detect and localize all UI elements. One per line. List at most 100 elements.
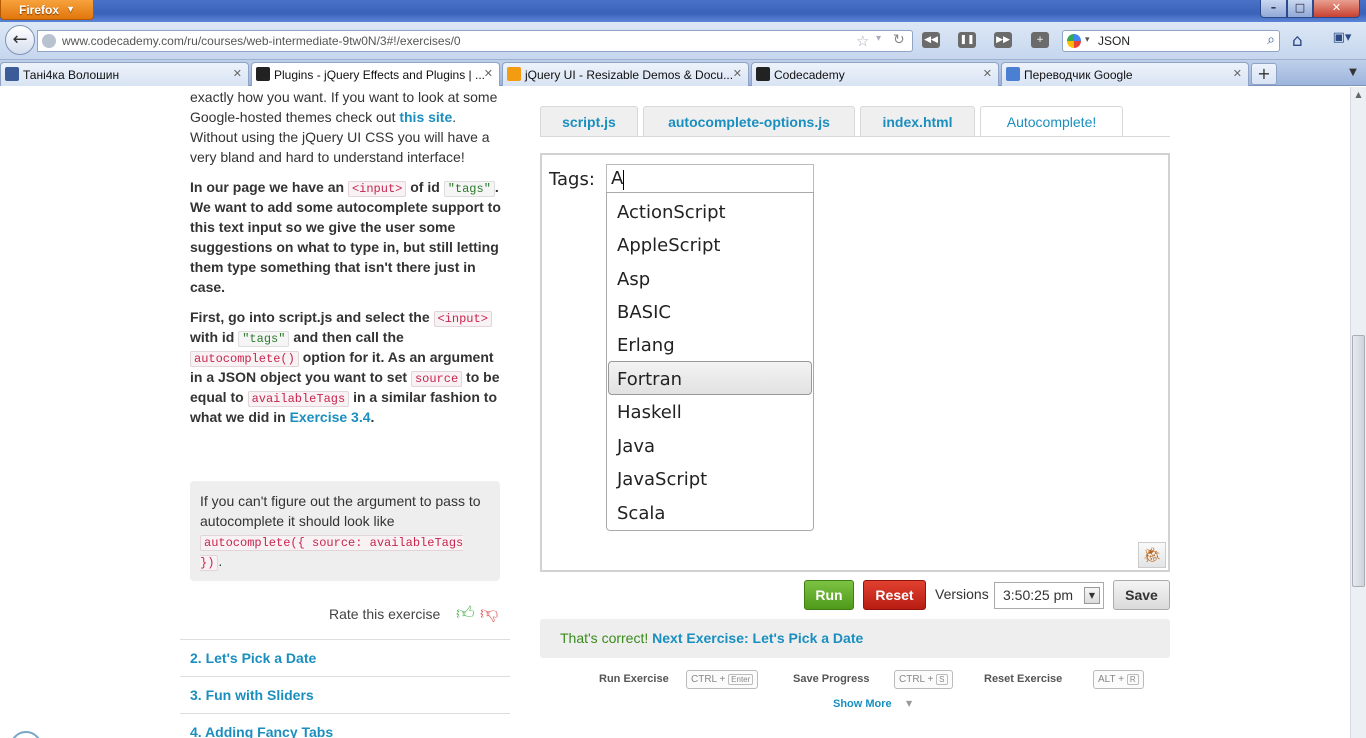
lesson-link[interactable]: 4. Adding Fancy Tabs <box>180 713 510 738</box>
tab-title: Тані4ка Волошин <box>23 68 120 82</box>
tab-autocomplete-preview[interactable]: Autocomplete! <box>980 106 1123 137</box>
code-snippet: <input> <box>433 311 492 327</box>
code-snippet: "tags" <box>443 181 495 197</box>
minimize-button[interactable]: – <box>1260 0 1287 18</box>
url-bar[interactable]: www.codecademy.com/ru/courses/web-interm… <box>37 30 913 52</box>
close-tab-icon[interactable]: ✕ <box>983 67 992 80</box>
chevron-down-icon[interactable]: ▼ <box>906 699 912 708</box>
tab-favicon-icon <box>756 67 770 81</box>
tags-label: Tags: <box>549 169 595 190</box>
media-pause-icon[interactable]: ❚❚ <box>958 32 976 48</box>
code-snippet: "tags" <box>238 331 290 347</box>
autocomplete-option[interactable]: Haskell <box>608 394 812 428</box>
search-input[interactable]: JSON <box>1098 34 1130 48</box>
run-button[interactable]: Run <box>804 580 854 610</box>
browser-tab[interactable]: Тані4ка Волошин ✕ <box>0 62 249 86</box>
autocomplete-option-hovered[interactable]: Fortran <box>608 361 812 395</box>
key-modifier: CTRL + <box>691 674 726 685</box>
firefox-menu-button[interactable]: Firefox ▼ <box>0 0 94 20</box>
media-previous-icon[interactable]: ◀◀ <box>922 32 940 48</box>
thumbs-down-icon[interactable]: 👎︎ <box>480 602 498 624</box>
autocomplete-option[interactable]: Scala <box>608 495 812 529</box>
home-icon[interactable]: ⌂ <box>1292 31 1303 51</box>
firefox-button-label: Firefox <box>19 3 60 17</box>
close-tab-icon[interactable]: ✕ <box>484 67 493 80</box>
instructions: exactly how you want. If you want to loo… <box>190 87 505 437</box>
close-window-button[interactable]: ✕ <box>1313 0 1360 18</box>
shortcut-reset-key: ALT + R <box>1093 670 1144 689</box>
correct-text: That's correct! <box>560 630 649 646</box>
maximize-button[interactable]: □ <box>1287 0 1313 18</box>
autocomplete-option[interactable]: ActionScript <box>608 194 812 228</box>
tab-index-html[interactable]: index.html <box>860 106 975 137</box>
bug-icon[interactable]: 🐞︎ <box>1138 542 1166 568</box>
shortcut-run-key: CTRL + Enter <box>686 670 759 689</box>
browser-tab[interactable]: Переводчик Google ✕ <box>1001 62 1249 86</box>
code-snippet: autocomplete() <box>190 351 299 367</box>
add-icon[interactable]: + <box>1031 32 1049 48</box>
bookmarks-menu-icon[interactable]: ▣▾ <box>1327 30 1357 50</box>
versions-select[interactable]: 3:50:25 pm ▼ <box>994 582 1104 609</box>
history-dropdown-icon[interactable]: ▾ <box>876 33 881 44</box>
reload-icon[interactable]: ↻ <box>893 32 905 48</box>
chevron-down-icon: ▼ <box>66 4 75 14</box>
search-bar[interactable]: ▾ JSON ⌕ <box>1062 30 1280 52</box>
tab-favicon-icon <box>507 67 521 81</box>
result-preview: Tags: A ActionScript AppleScript Asp BAS… <box>540 153 1170 572</box>
browser-tab[interactable]: jQuery UI - Resizable Demos & Docu... ✕ <box>502 62 749 86</box>
autocomplete-option[interactable]: Erlang <box>608 327 812 361</box>
autocomplete-option[interactable]: AppleScript <box>608 227 812 261</box>
page-scrollbar[interactable]: ▲ <box>1350 87 1366 738</box>
browser-tab-active[interactable]: Plugins - jQuery Effects and Plugins | .… <box>251 62 500 86</box>
search-icon[interactable]: ⌕ <box>1267 32 1275 48</box>
feedback-icon[interactable] <box>10 731 42 738</box>
list-all-tabs-icon[interactable]: ▼ <box>1343 62 1363 84</box>
text: and then call the <box>289 329 404 345</box>
exercise-link[interactable]: Exercise 3.4 <box>290 409 371 425</box>
autocomplete-option[interactable]: Asp <box>608 261 812 295</box>
autocomplete-option[interactable]: BASIC <box>608 294 812 328</box>
text: First, go into script.js and select the <box>190 309 434 325</box>
reset-button[interactable]: Reset <box>863 580 926 610</box>
bookmark-star-icon[interactable]: ☆ <box>856 32 869 50</box>
this-site-link[interactable]: this site <box>399 109 452 125</box>
close-tab-icon[interactable]: ✕ <box>1233 67 1242 80</box>
hint-text: If you can't figure out the argument to … <box>200 493 481 529</box>
url-text[interactable]: www.codecademy.com/ru/courses/web-interm… <box>62 34 461 48</box>
tab-favicon-icon <box>5 67 19 81</box>
key-modifier: ALT + <box>1098 674 1125 685</box>
divider <box>540 136 1170 137</box>
hint-box: If you can't figure out the argument to … <box>190 481 500 581</box>
scroll-up-icon[interactable]: ▲ <box>1351 87 1366 103</box>
lesson-link[interactable]: 2. Let's Pick a Date <box>180 639 510 677</box>
text: with id <box>190 329 239 345</box>
media-next-icon[interactable]: ▶▶ <box>994 32 1012 48</box>
close-tab-icon[interactable]: ✕ <box>733 67 742 80</box>
next-exercise-link[interactable]: Next Exercise: Let's Pick a Date <box>652 630 863 646</box>
google-icon[interactable] <box>1067 34 1081 48</box>
text: of id <box>406 179 444 195</box>
autocomplete-option[interactable]: JavaScript <box>608 461 812 495</box>
chevron-down-icon[interactable]: ▼ <box>1084 587 1100 604</box>
show-more-link[interactable]: Show More <box>833 698 892 710</box>
save-button[interactable]: Save <box>1113 580 1170 610</box>
scroll-thumb[interactable] <box>1352 335 1365 587</box>
new-tab-button[interactable]: + <box>1251 63 1277 85</box>
site-identity-icon[interactable] <box>42 34 56 48</box>
back-button[interactable]: ← <box>5 25 35 55</box>
tab-title: Переводчик Google <box>1024 68 1133 82</box>
browser-tab[interactable]: Codecademy ✕ <box>751 62 999 86</box>
tab-autocomplete-options-js[interactable]: autocomplete-options.js <box>643 106 855 137</box>
text: In our page we have an <box>190 179 348 195</box>
tags-input[interactable]: A <box>606 164 814 194</box>
tab-title: Codecademy <box>774 68 845 82</box>
instruction-paragraph: First, go into script.js and select the … <box>190 307 505 427</box>
search-engine-dropdown-icon[interactable]: ▾ <box>1085 35 1090 45</box>
key-cap: R <box>1126 674 1139 685</box>
tab-script-js[interactable]: script.js <box>540 106 638 137</box>
autocomplete-option[interactable]: Java <box>608 428 812 462</box>
lesson-link[interactable]: 3. Fun with Sliders <box>180 676 510 714</box>
thumbs-up-icon[interactable]: 👍︎ <box>456 602 475 624</box>
back-arrow-icon: ← <box>12 29 28 50</box>
close-tab-icon[interactable]: ✕ <box>233 67 242 80</box>
